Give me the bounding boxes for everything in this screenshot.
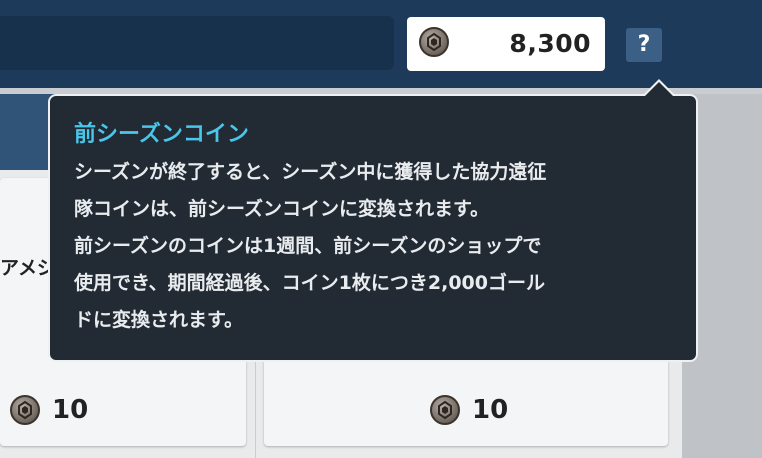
- tooltip-title: 前シーズンコイン: [74, 122, 249, 147]
- tooltip-line: 隊コインは、前シーズンコインに変換されます。: [74, 198, 490, 220]
- tooltip-line: 使用でき、期間経過後、コイン1枚につき2,000ゴール: [74, 272, 545, 294]
- help-tooltip: 前シーズンコイン シーズンが終了すると、シーズン中に獲得した協力遠征 隊コインは…: [48, 79, 698, 362]
- tooltip-line: 前シーズンのコインは1週間、前シーズンのショップで: [74, 235, 542, 257]
- tooltip-line: ドに変換されます。: [74, 309, 244, 331]
- coin-icon: [10, 395, 40, 425]
- left-price-value: 10: [52, 395, 89, 425]
- left-card-price: 10: [10, 395, 88, 425]
- help-button[interactable]: ?: [626, 28, 662, 62]
- top-bar: 8,300 ?: [0, 0, 762, 88]
- currency-amount: 8,300: [509, 29, 591, 58]
- tooltip-line: シーズンが終了すると、シーズン中に獲得した協力遠征: [74, 161, 547, 183]
- coin-icon: [430, 395, 460, 425]
- coin-icon: [419, 27, 449, 57]
- currency-display: 8,300: [407, 17, 605, 71]
- right-price-value: 10: [472, 395, 509, 425]
- tooltip-body: シーズンが終了すると、シーズン中に獲得した協力遠征 隊コインは、前シーズンコイン…: [74, 154, 686, 339]
- title-bar: [0, 16, 394, 70]
- right-card-price: 10: [430, 395, 508, 425]
